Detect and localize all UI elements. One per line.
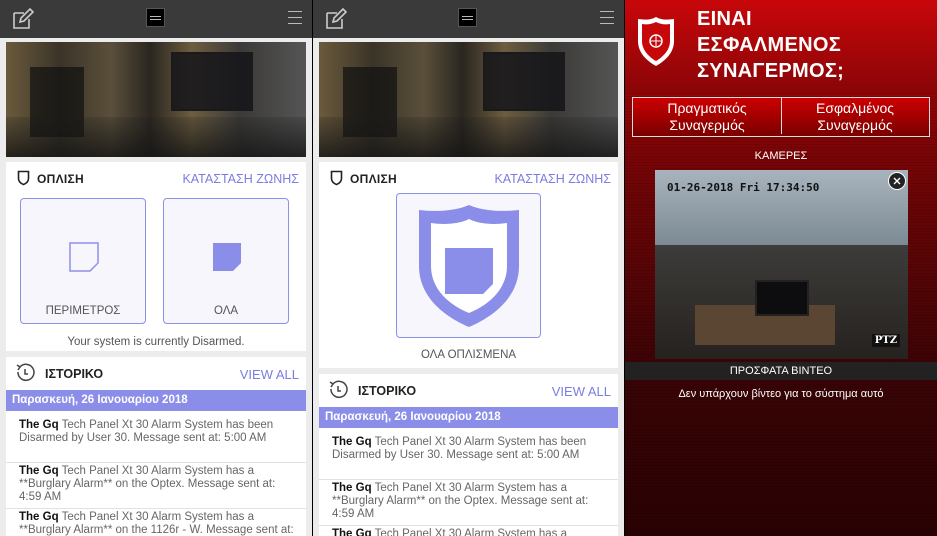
system-status-text: Your system is currently Disarmed. bbox=[67, 336, 245, 348]
all-zones-icon bbox=[213, 243, 241, 271]
zone-status-link[interactable]: ΚΑΤΑΣΤΑΣΗ ΖΩΝΗΣ bbox=[494, 172, 611, 186]
screen-false-alarm: ΕΙΝΑΙ ΕΣΦΑΛΜΕΝΟΣ ΣΥΝΑΓΕΡΜΟΣ; Πραγματικός… bbox=[625, 0, 937, 536]
camera-preview[interactable] bbox=[6, 42, 306, 157]
brand-logo bbox=[146, 8, 165, 27]
zone-label: ΟΛΑ bbox=[213, 305, 239, 317]
screen-armed: ΟΠΛΙΣΗ ΚΑΤΑΣΤΑΣΗ ΖΩΝΗΣ ΟΛΑ ΟΠΛΙΣΜΕΝΑ ΙΣΤ… bbox=[313, 0, 624, 536]
history-item[interactable]: The Gq Tech Panel Xt 30 Alarm System has… bbox=[6, 465, 306, 509]
history-card: ΙΣΤΟΡΙΚΟ VIEW ALL Παρασκευή, 26 Ιανουαρί… bbox=[6, 357, 306, 536]
history-date: Παρασκευή, 26 Ιανουαρίου 2018 bbox=[6, 390, 306, 411]
screen-disarmed: ΟΠΛΙΣΗ ΚΑΤΑΣΤΑΣΗ ΖΩΝΗΣ ΠΕΡΙΜΕΤΡΟΣ ΟΛΑ Yo… bbox=[0, 0, 312, 536]
video-timestamp: 01-26-2018 Fri 17:34:50 bbox=[667, 181, 820, 194]
history-item[interactable]: The Gq Tech Panel Xt 30 Alarm System has… bbox=[6, 419, 306, 463]
history-icon bbox=[329, 380, 348, 398]
history-title: ΙΣΤΟΡΙΚΟ bbox=[45, 367, 104, 381]
no-videos-text: Δεν υπάρχουν βίντεο για το σύστημα αυτό bbox=[678, 388, 884, 400]
close-video-button[interactable] bbox=[888, 172, 906, 190]
recent-videos-label: ΠΡΟΣΦΑΤΑ ΒΙΝΤΕΟ bbox=[625, 362, 937, 380]
alarm-choice-buttons: Πραγματικός Συναγερμός Εσφαλμένος Συναγερμ… bbox=[632, 97, 930, 137]
armed-shield-icon bbox=[419, 205, 519, 327]
edit-icon[interactable] bbox=[12, 8, 34, 30]
menu-icon[interactable] bbox=[600, 11, 614, 29]
view-all-link[interactable]: VIEW ALL bbox=[552, 384, 611, 399]
arming-card: ΟΠΛΙΣΗ ΚΑΤΑΣΤΑΣΗ ΖΩΝΗΣ ΠΕΡΙΜΕΤΡΟΣ ΟΛΑ Yo… bbox=[6, 162, 306, 351]
perimeter-icon bbox=[69, 242, 99, 272]
camera-preview[interactable] bbox=[319, 42, 618, 157]
camera-video[interactable]: 01-26-2018 Fri 17:34:50 PTZ bbox=[655, 170, 908, 359]
zone-status-link[interactable]: ΚΑΤΑΣΤΑΣΗ ΖΩΝΗΣ bbox=[182, 172, 299, 186]
arming-title: ΟΠΛΙΣΗ bbox=[330, 170, 397, 186]
history-item[interactable]: The Gq Tech Panel Xt 30 Alarm System has… bbox=[6, 511, 306, 536]
history-date: Παρασκευή, 26 Ιανουαρίου 2018 bbox=[319, 407, 618, 428]
brand-logo bbox=[458, 8, 477, 27]
arming-title: ΟΠΛΙΣΗ bbox=[17, 170, 84, 186]
zone-perimeter-button[interactable]: ΠΕΡΙΜΕΤΡΟΣ bbox=[20, 198, 146, 324]
ptz-badge: PTZ bbox=[871, 334, 900, 347]
shield-icon bbox=[330, 170, 343, 186]
history-title: ΙΣΤΟΡΙΚΟ bbox=[358, 384, 417, 398]
armed-all-button[interactable] bbox=[396, 193, 541, 338]
system-status-text: ΟΛΑ ΟΠΛΙΣΜΕΝΑ bbox=[420, 349, 517, 361]
history-icon bbox=[16, 363, 35, 381]
zone-all-button[interactable]: ΟΛΑ bbox=[163, 198, 289, 324]
view-all-link[interactable]: VIEW ALL bbox=[240, 367, 299, 382]
real-alarm-button[interactable]: Πραγματικός Συναγερμός bbox=[633, 98, 781, 134]
history-item[interactable]: The Gq Tech Panel Xt 30 Alarm System has… bbox=[319, 482, 618, 526]
history-card: ΙΣΤΟΡΙΚΟ VIEW ALL Παρασκευή, 26 Ιανουαρί… bbox=[319, 374, 618, 536]
alert-shield-icon bbox=[638, 17, 674, 66]
false-alarm-button[interactable]: Εσφαλμένος Συναγερμός bbox=[781, 98, 929, 134]
history-item[interactable]: The Gq Tech Panel Xt 30 Alarm System has… bbox=[319, 436, 618, 480]
cameras-label: ΚΑΜΕΡΕΣ bbox=[754, 150, 808, 162]
top-bar bbox=[313, 0, 624, 38]
shield-icon bbox=[17, 170, 30, 186]
menu-icon[interactable] bbox=[288, 11, 302, 29]
edit-icon[interactable] bbox=[325, 8, 347, 30]
arming-card: ΟΠΛΙΣΗ ΚΑΤΑΣΤΑΣΗ ΖΩΝΗΣ ΟΛΑ ΟΠΛΙΣΜΕΝΑ bbox=[319, 162, 618, 368]
close-icon bbox=[893, 177, 901, 185]
zone-label: ΠΕΡΙΜΕΤΡΟΣ bbox=[45, 305, 121, 317]
alarm-question-title: ΕΙΝΑΙ ΕΣΦΑΛΜΕΝΟΣ ΣΥΝΑΓΕΡΜΟΣ; bbox=[697, 8, 845, 82]
history-item[interactable]: The Gq Tech Panel Xt 30 Alarm System has… bbox=[319, 528, 618, 536]
top-bar bbox=[0, 0, 312, 38]
